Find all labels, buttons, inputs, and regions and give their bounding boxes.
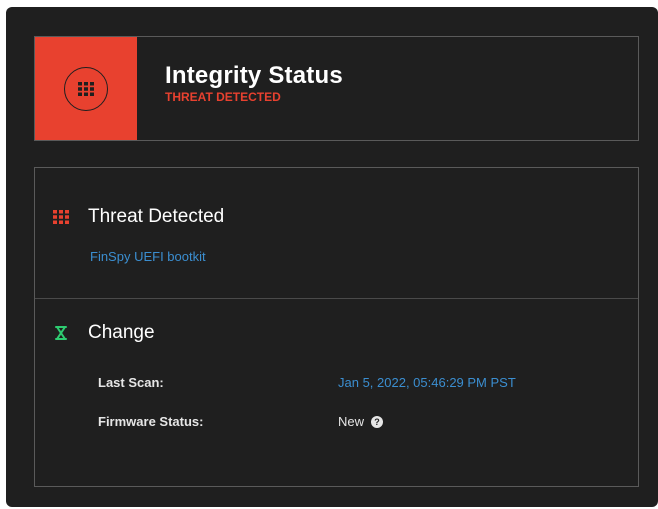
firmware-status-label: Firmware Status: [98, 414, 204, 429]
status-subtitle: THREAT DETECTED [165, 90, 281, 104]
grid-icon [53, 210, 69, 224]
change-section-title: Change [88, 322, 155, 343]
last-scan-label: Last Scan: [98, 375, 164, 390]
help-icon[interactable]: ? [371, 415, 384, 428]
last-scan-row: Last Scan: Jan 5, 2022, 05:46:29 PM PST [98, 375, 516, 390]
firmware-status-value: New [338, 414, 365, 429]
firmware-status-value-wrap: New ? [338, 414, 384, 429]
firmware-status-row: Firmware Status: New ? [98, 414, 384, 429]
section-divider [35, 298, 638, 299]
threat-name-link[interactable]: FinSpy UEFI bootkit [90, 249, 206, 264]
change-section-header: Change [53, 322, 155, 344]
last-scan-value[interactable]: Jan 5, 2022, 05:46:29 PM PST [338, 375, 516, 390]
details-card: Threat Detected FinSpy UEFI bootkit Chan… [34, 167, 639, 487]
page-title: Integrity Status [165, 62, 343, 89]
grid-icon [78, 81, 94, 96]
threat-section-header: Threat Detected [53, 206, 224, 228]
hourglass-icon [55, 326, 67, 340]
integrity-panel: Integrity Status THREAT DETECTED Threat … [6, 7, 658, 507]
integrity-status-header: Integrity Status THREAT DETECTED [34, 36, 639, 141]
badge-ring [64, 66, 108, 111]
threat-badge [35, 37, 137, 140]
header-text: Integrity Status THREAT DETECTED [165, 62, 343, 104]
threat-section-title: Threat Detected [88, 206, 225, 227]
